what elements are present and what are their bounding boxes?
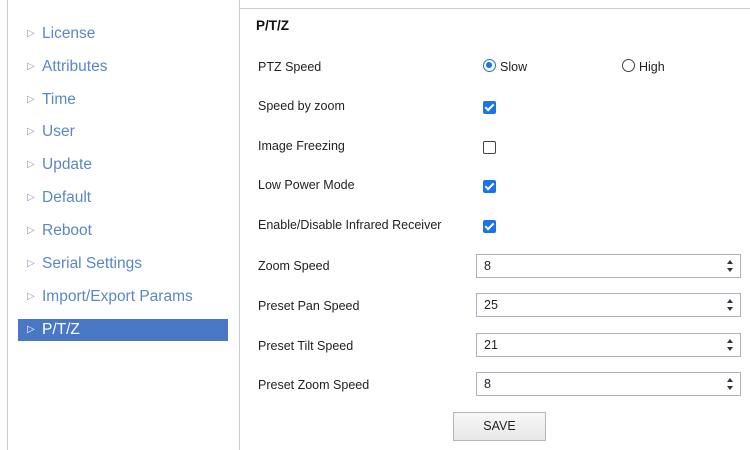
preset-zoom-speed-label: Preset Zoom Speed [258, 378, 370, 392]
sidebar-item-license[interactable]: ▷ License [18, 23, 228, 45]
ptz-speed-high-radio[interactable] [622, 59, 635, 72]
preset-pan-speed-select[interactable]: 25 [476, 293, 741, 317]
triangle-right-icon: ▷ [27, 192, 35, 203]
preset-zoom-speed-value: 8 [484, 377, 491, 391]
low-power-mode-label: Low Power Mode [258, 178, 355, 192]
save-button[interactable]: SAVE [453, 412, 546, 441]
select-updown-icon [727, 260, 733, 272]
sidebar-item-label: Default [42, 189, 92, 206]
sidebar-item-label: Attributes [42, 58, 108, 75]
ptz-speed-label: PTZ Speed [258, 60, 322, 74]
speed-by-zoom-checkbox[interactable] [483, 101, 496, 114]
sidebar-item-user[interactable]: ▷ User [18, 121, 228, 143]
content-top-border [239, 8, 750, 9]
select-updown-icon [727, 339, 733, 351]
image-freezing-checkbox[interactable] [483, 141, 496, 154]
triangle-right-icon: ▷ [27, 291, 35, 302]
sidebar-item-label: P/T/Z [42, 321, 80, 338]
zoom-speed-select[interactable]: 8 [476, 254, 741, 278]
triangle-right-icon: ▷ [27, 61, 35, 72]
preset-pan-speed-label: Preset Pan Speed [258, 299, 360, 313]
ptz-speed-slow-label: Slow [500, 60, 528, 74]
ptz-speed-slow-radio[interactable] [483, 59, 496, 72]
triangle-right-icon: ▷ [27, 28, 35, 39]
select-updown-icon [727, 299, 733, 311]
section-title: P/T/Z [256, 18, 289, 33]
sidebar-item-label: License [42, 25, 96, 42]
triangle-right-icon: ▷ [27, 258, 35, 269]
sidebar-item-serial-settings[interactable]: ▷ Serial Settings [18, 253, 228, 275]
preset-tilt-speed-select[interactable]: 21 [476, 333, 741, 357]
select-updown-icon [727, 378, 733, 390]
preset-zoom-speed-select[interactable]: 8 [476, 372, 741, 396]
low-power-mode-checkbox[interactable] [483, 180, 496, 193]
infrared-receiver-checkbox[interactable] [483, 220, 496, 233]
sidebar-item-import-export-params[interactable]: ▷ Import/Export Params [18, 286, 228, 308]
preset-tilt-speed-label: Preset Tilt Speed [258, 339, 354, 353]
zoom-speed-label: Zoom Speed [258, 259, 330, 273]
sidebar-item-label: Reboot [42, 222, 92, 239]
image-freezing-label: Image Freezing [258, 139, 345, 153]
preset-tilt-speed-value: 21 [484, 338, 498, 352]
sidebar-item-ptz[interactable]: ▷ P/T/Z [18, 319, 228, 341]
speed-by-zoom-label: Speed by zoom [258, 99, 345, 113]
triangle-right-icon: ▷ [27, 159, 35, 170]
preset-pan-speed-value: 25 [484, 298, 498, 312]
sidebar-item-label: Import/Export Params [42, 288, 193, 305]
sidebar-item-label: User [42, 123, 75, 140]
ptz-speed-high-label: High [639, 60, 665, 74]
sidebar-item-update[interactable]: ▷ Update [18, 154, 228, 176]
triangle-right-icon: ▷ [27, 324, 35, 335]
sidebar-divider [239, 0, 240, 450]
sidebar-item-label: Update [42, 156, 92, 173]
sidebar-item-time[interactable]: ▷ Time [18, 89, 228, 111]
triangle-right-icon: ▷ [27, 94, 35, 105]
infrared-receiver-label: Enable/Disable Infrared Receiver [258, 218, 442, 232]
left-border [7, 0, 8, 450]
sidebar-item-default[interactable]: ▷ Default [18, 187, 228, 209]
triangle-right-icon: ▷ [27, 126, 35, 137]
sidebar-item-attributes[interactable]: ▷ Attributes [18, 56, 228, 78]
sidebar-item-label: Time [42, 91, 76, 108]
zoom-speed-value: 8 [484, 259, 491, 273]
sidebar-item-reboot[interactable]: ▷ Reboot [18, 220, 228, 242]
triangle-right-icon: ▷ [27, 225, 35, 236]
sidebar-item-label: Serial Settings [42, 255, 142, 272]
